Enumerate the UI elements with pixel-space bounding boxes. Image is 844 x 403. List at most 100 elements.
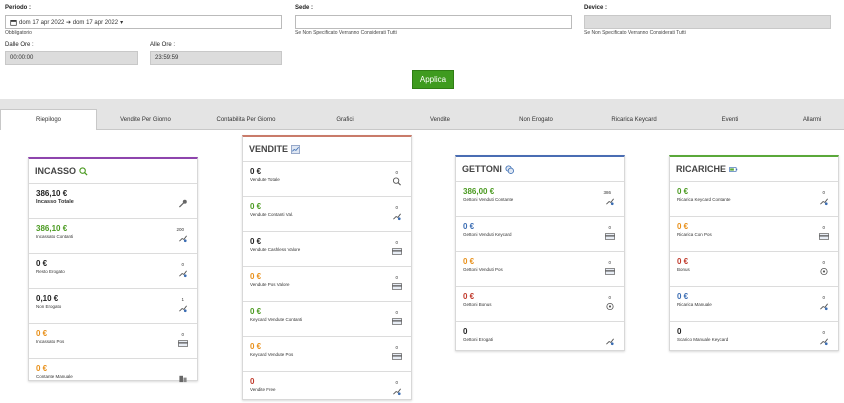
vendite-row-label: Vendute Totale (250, 177, 280, 182)
incasso-row-label: Non Erogato (36, 304, 62, 309)
tab-bar: Riepilogo Vendite Per Giorno Contabilita… (0, 99, 844, 130)
gettoni-row-label: Gettoni Erogati (463, 337, 494, 342)
tab-allarmi[interactable]: Allarmi (780, 109, 844, 130)
incasso-row-label: Incassato Pos (36, 339, 65, 344)
incasso-row: 0 € Incassato Pos 0 (29, 323, 197, 358)
gettoni-row-value: 0 € (463, 292, 475, 301)
device-hint: Se Non Specificato Verranno Considerati … (584, 30, 686, 36)
search-icon (392, 177, 402, 186)
pos-card-icon (178, 339, 188, 348)
ricariche-row: 0 € Bonus 0 (670, 251, 838, 286)
gettoni-row-label: Gettoni Venduti Pos (463, 267, 503, 272)
vendite-row-count: 0 (395, 170, 398, 175)
vendite-row-label: Keycard Vendute Pos (250, 352, 294, 357)
vendite-row: 0 € Vendute Cashless Valore 0 (243, 231, 411, 266)
coins-icon (505, 164, 514, 174)
incasso-row-value: 0 € (36, 364, 48, 373)
apply-button[interactable]: Applica (412, 70, 454, 89)
gettoni-row: 0 € Gettoni Venduti Keycard 0 (456, 216, 624, 251)
tab-riepilogo[interactable]: Riepilogo (0, 109, 97, 130)
from-time-input[interactable]: 00:00:00 (5, 51, 138, 65)
gettoni-row-value: 0 (463, 327, 468, 336)
cash-stack-icon (178, 374, 188, 383)
card-gettoni: GETTONI 386,00 € Gettoni Venduti Contante… (455, 155, 625, 351)
incasso-row-count: 1 (181, 297, 184, 302)
tab-eventi[interactable]: Eventi (685, 109, 775, 130)
gettoni-row: 0 Gettoni Erogati (456, 321, 624, 356)
card-title-gettoni: GETTONI (462, 164, 502, 174)
tab-vendite[interactable]: Vendite (395, 109, 485, 130)
vendite-row: 0 € Keycard Vendute Contanti 0 (243, 301, 411, 336)
calendar-icon (10, 19, 17, 26)
tab-vendite-per-giorno[interactable]: Vendite Per Giorno (97, 109, 194, 130)
gettoni-row: 0 € Gettoni Venduti Pos 0 (456, 251, 624, 286)
card-title-ricariche: RICARICHE (676, 164, 727, 174)
device-label: Device : (584, 5, 608, 11)
ricariche-row-label: Ricarica Keycard Contante (677, 197, 731, 202)
tab-non-erogato[interactable]: Non Erogato (490, 109, 582, 130)
vendite-row-value: 0 € (250, 202, 262, 211)
keycard-pos-icon (392, 352, 402, 361)
pos-card-icon (819, 232, 829, 241)
vendite-row-count: 0 (395, 310, 398, 315)
to-label: Alle Ore : (150, 42, 176, 48)
battery-icon (729, 165, 738, 174)
tab-ricarica-keycard[interactable]: Ricarica Keycard (585, 109, 683, 130)
tab-contabilita-per-giorno[interactable]: Contabilita Per Giorno (197, 109, 295, 130)
ricariche-row-count: 0 (822, 260, 825, 265)
gettoni-row-count: 0 (608, 225, 611, 230)
gettoni-row-label: Gettoni Venduti Contante (463, 197, 514, 202)
vendite-row-count: 0 (395, 380, 398, 385)
gettoni-row-count: 386 (603, 190, 611, 195)
ricariche-row-value: 0 € (677, 292, 689, 301)
card-incasso: INCASSO 386,10 € Incasso Totale 386,10 € In… (28, 157, 198, 383)
vendite-row-label: Vendute Contanti Val. (250, 212, 294, 217)
vendite-row-value: 0 € (250, 307, 262, 316)
key-icon (178, 199, 188, 208)
sede-hint: Se Non Specificato Verranno Considerati … (295, 30, 397, 36)
gettoni-row: 386,00 € Gettoni Venduti Contante 386 (456, 181, 624, 216)
ricariche-row-label: Bonus (677, 267, 690, 272)
token-dispense-icon (605, 337, 615, 346)
vendite-row-value: 0 (250, 377, 255, 386)
coin-hand-icon (178, 269, 188, 278)
manual-icon (819, 302, 829, 311)
pos-icon (605, 267, 615, 276)
gettoni-row-value: 386,00 € (463, 187, 495, 196)
gettoni-row: 0 € Gettoni Bonus 0 (456, 286, 624, 321)
device-input[interactable] (584, 15, 831, 29)
period-label: Periodo : (5, 5, 32, 11)
tab-grafici[interactable]: Grafici (300, 109, 390, 130)
incasso-row-value: 0,10 € (36, 294, 59, 303)
ricariche-row: 0 € Ricarica Keycard Contante 0 (670, 181, 838, 216)
card-ricariche: RICARICHE 0 € Ricarica Keycard Contante 0 0… (669, 155, 839, 351)
ricariche-row-value: 0 (677, 327, 682, 336)
vendite-row-label: Keycard Vendute Contanti (250, 317, 303, 322)
vendite-row-count: 0 (395, 205, 398, 210)
period-picker[interactable]: dom 17 apr 2022 ➔ dom 17 apr 2022 ▾ (5, 15, 282, 29)
vendite-row: 0 € Vendute Pos Valore 0 (243, 266, 411, 301)
incasso-row-count: 200 (176, 227, 184, 232)
ricariche-row-count: 0 (822, 330, 825, 335)
ricariche-row: 0 € Ricarica Con Pos 0 (670, 216, 838, 251)
sede-input[interactable] (295, 15, 572, 29)
vendite-row-label: Vendute Cashless Valore (250, 247, 301, 252)
gettoni-row-count: 0 (608, 295, 611, 300)
ricariche-row-label: Scarico Manuale Keycard (677, 337, 729, 342)
vendite-row-value: 0 € (250, 167, 262, 176)
vendite-row-count: 0 (395, 345, 398, 350)
bonus-icon (819, 267, 829, 276)
to-time-input[interactable]: 23:59:59 (150, 51, 282, 65)
unload-icon (819, 337, 829, 346)
ricariche-row-label: Ricarica Con Pos (677, 232, 712, 237)
incasso-row-label: Incasso Totale (36, 199, 74, 205)
vendite-row-value: 0 € (250, 237, 262, 246)
incasso-row: 386,10 € Incasso Totale (29, 183, 197, 218)
vendite-row-label: Vendite Free (250, 387, 276, 392)
sede-label: Sede : (295, 5, 314, 11)
gettoni-row-label: Gettoni Venduti Keycard (463, 232, 512, 237)
ricariche-row-count: 0 (822, 295, 825, 300)
gettoni-row-value: 0 € (463, 257, 475, 266)
incasso-row-label: Incassato Contanti (36, 234, 74, 239)
incasso-row-label: Contante Manuale (36, 374, 73, 379)
